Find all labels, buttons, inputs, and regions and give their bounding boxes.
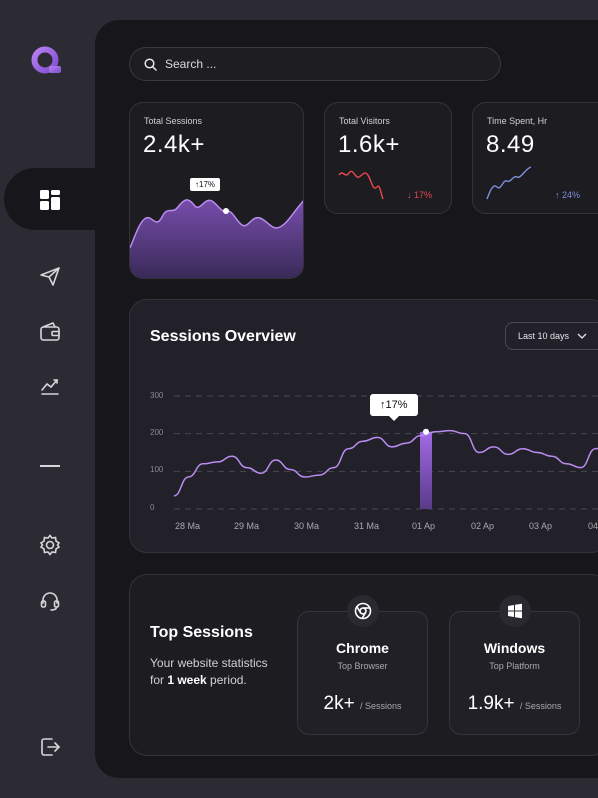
x-tick-label: 31 Ma: [354, 521, 380, 531]
card-value: 2k+ / Sessions: [323, 693, 402, 714]
search-input[interactable]: [163, 56, 467, 72]
highlight-bar: [420, 431, 432, 509]
card-value: 1.9k+ / Sessions: [467, 693, 562, 714]
visitors-sparkline: [338, 170, 384, 200]
time-sparkline: [486, 166, 532, 200]
top-sessions-description: Your website statistics for 1 week perio…: [150, 656, 268, 687]
x-tick-label: 30 Ma: [294, 521, 320, 531]
gear-icon[interactable]: [36, 531, 64, 559]
chrome-icon: [346, 595, 379, 627]
top-sessions-title: Top Sessions: [150, 624, 253, 641]
sessions-badge: ↑17%: [190, 178, 221, 191]
x-tick-label: 28 Ma: [175, 521, 201, 531]
top-platform-card[interactable]: Windows Top Platform 1.9k+ / Sessions: [449, 595, 580, 735]
sidebar: [0, 0, 98, 798]
top-sessions-card: Top Sessions Your website statistics for…: [129, 574, 598, 756]
search-bar[interactable]: [129, 47, 501, 81]
trend-icon[interactable]: [36, 372, 64, 400]
logout-icon[interactable]: [36, 733, 64, 761]
card-subtitle: Top Browser: [337, 661, 388, 671]
series-line: [173, 429, 598, 497]
top-browser-card[interactable]: Chrome Top Browser 2k+ / Sessions: [297, 595, 428, 735]
card-label: Total Sessions: [144, 116, 203, 126]
grid-icon[interactable]: [36, 186, 64, 214]
logo-q-icon[interactable]: [30, 46, 64, 81]
total-sessions-card[interactable]: Total Sessions 2.4k+ ↑17%: [129, 102, 304, 279]
search-icon: [144, 57, 157, 71]
time-spent-card[interactable]: Time Spent, Hr 8.49 ↑ 24%: [472, 102, 598, 214]
highlight-point: [423, 428, 429, 435]
send-icon[interactable]: [36, 262, 64, 290]
x-tick-label: 29 Ma: [234, 521, 260, 531]
headset-icon[interactable]: [36, 587, 64, 615]
x-tick-label: 03 Ap: [529, 521, 553, 531]
card-name: Chrome: [336, 640, 389, 656]
x-tick-label: 02 Ap: [471, 521, 495, 531]
highlight-tooltip: ↑17%: [370, 394, 418, 421]
x-tick-label: 01 Ap: [412, 521, 436, 531]
total-visitors-card[interactable]: Total Visitors 1.6k+ ↓ 17%: [324, 102, 452, 214]
card-label: Total Visitors: [339, 116, 390, 126]
visitors-delta: ↓ 17%: [407, 190, 433, 200]
windows-icon: [498, 595, 531, 627]
card-label: Time Spent, Hr: [487, 116, 548, 126]
main-panel: Total Sessions 2.4k+ ↑17% Total Visitors…: [95, 20, 598, 778]
sessions-overview-card: Sessions Overview Last 10 days 300 200 1…: [129, 299, 598, 553]
x-tick-label: 04: [588, 521, 598, 531]
sessions-line-chart: [173, 395, 598, 510]
card-name: Windows: [483, 640, 546, 656]
wallet-icon[interactable]: [36, 318, 64, 346]
card-value: 1.6k+: [338, 131, 400, 158]
card-value: 2.4k+: [143, 131, 205, 158]
card-subtitle: Top Platform: [489, 661, 540, 671]
time-delta: ↑ 24%: [555, 190, 581, 200]
card-value: 8.49: [486, 131, 535, 158]
sidebar-divider: [40, 465, 60, 467]
